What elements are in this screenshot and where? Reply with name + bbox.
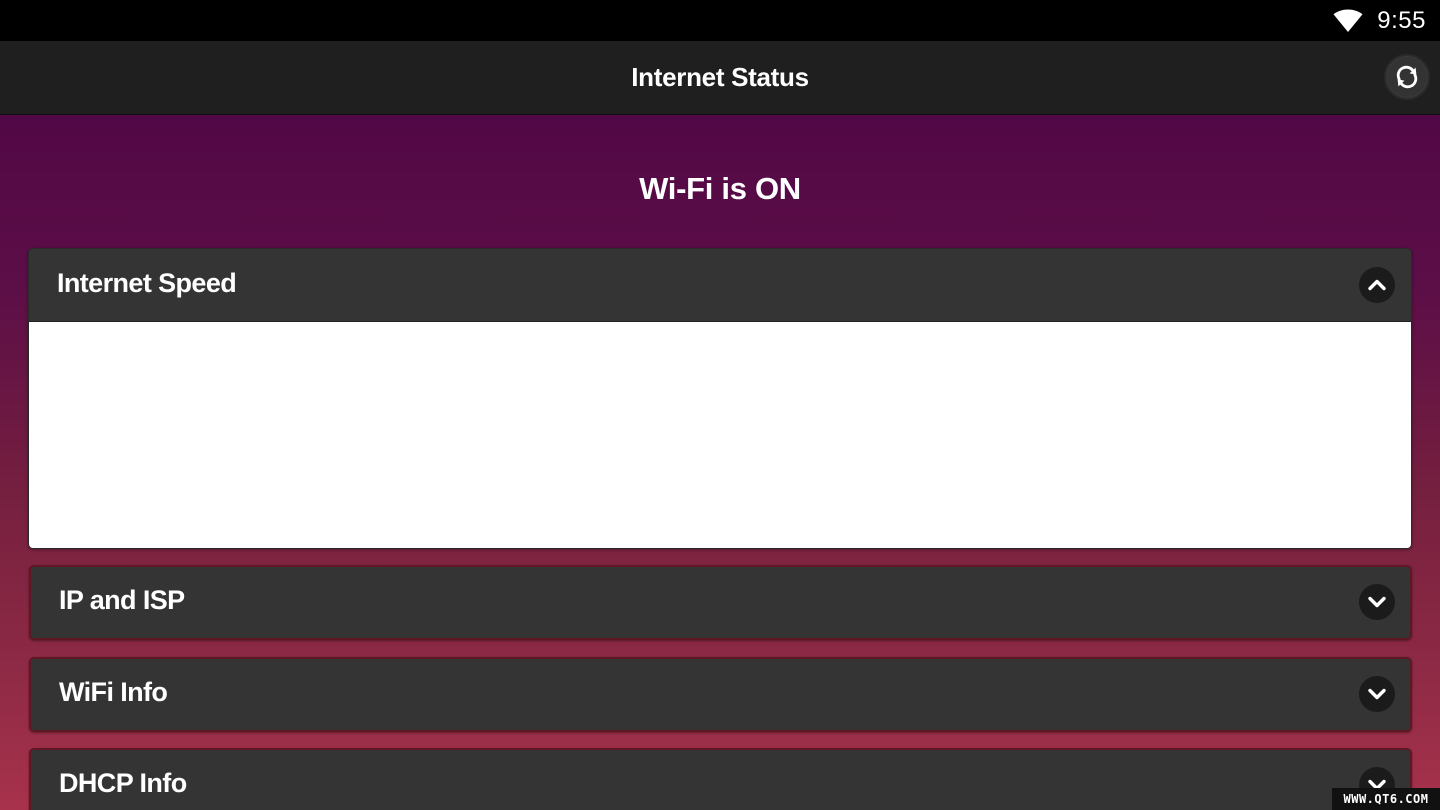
panel-ip-and-isp: IP and ISP (29, 565, 1412, 640)
chevron-down-icon[interactable] (1359, 584, 1395, 620)
panel-header-ip-and-isp[interactable]: IP and ISP (31, 567, 1410, 638)
refresh-icon (1396, 65, 1418, 89)
page-title: Internet Status (631, 62, 809, 92)
watermark: WWW.QT6.COM (1332, 788, 1440, 810)
panel-title: DHCP Info (59, 768, 187, 798)
panel-header-wifi-info[interactable]: WiFi Info (31, 659, 1410, 730)
panel-title: IP and ISP (59, 585, 185, 615)
status-right: 9:55 (1333, 0, 1426, 41)
screen: 9:55 Internet Status Wi-Fi is ON Interne… (0, 0, 1440, 810)
refresh-button[interactable] (1384, 54, 1430, 100)
wifi-status-heading: Wi-Fi is ON (639, 171, 801, 206)
panel-internet-speed: Internet Speed (28, 248, 1412, 549)
panel-title: Internet Speed (57, 268, 237, 298)
app-bar: Internet Status (0, 41, 1440, 115)
panel-header-dhcp-info[interactable]: DHCP Info (31, 750, 1410, 810)
internet-speed-content (29, 322, 1411, 548)
panel-header-internet-speed[interactable]: Internet Speed (29, 249, 1411, 322)
chevron-down-icon[interactable] (1359, 676, 1395, 712)
panel-wifi-info: WiFi Info (29, 657, 1412, 732)
wifi-signal-icon (1333, 9, 1363, 32)
chevron-up-icon[interactable] (1359, 267, 1395, 303)
panel-title: WiFi Info (59, 677, 168, 707)
panel-dhcp-info: DHCP Info (29, 748, 1412, 810)
status-time: 9:55 (1377, 6, 1426, 34)
status-bar: 9:55 (0, 0, 1440, 41)
main-content: Wi-Fi is ON Internet Speed IP and ISP Wi… (0, 115, 1440, 810)
